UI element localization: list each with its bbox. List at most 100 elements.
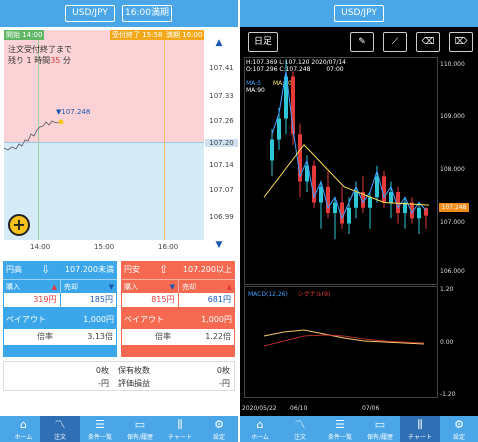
y-tick: 110.000 xyxy=(440,61,465,68)
tab-order[interactable]: 〽注文 xyxy=(40,416,80,442)
trendline-tool-button[interactable]: ⟋ xyxy=(383,32,407,52)
candle-body xyxy=(368,197,372,208)
currency-pair-button[interactable]: USD/JPY xyxy=(334,5,384,22)
sell-price-button[interactable]: 185円 xyxy=(60,293,116,307)
candlestick-icon: ⫼ xyxy=(417,418,423,431)
ratio-label: 倍率 xyxy=(155,332,171,341)
y-tick: 107.33 xyxy=(209,92,234,100)
x-tick: 15:00 xyxy=(94,243,115,251)
sell-label: 売却 xyxy=(64,283,78,291)
payout-label: ペイアウト xyxy=(124,315,164,324)
payout-value: 1,000円 xyxy=(83,315,114,324)
y-tick: 108.000 xyxy=(440,166,465,173)
gear-icon: ⚙ xyxy=(454,418,464,431)
y-tick: 107.41 xyxy=(209,64,234,72)
inbox-icon: ▭ xyxy=(374,418,386,431)
tab-chart[interactable]: ⫼ チャート xyxy=(400,416,440,442)
triangle-down-icon: ▼ xyxy=(169,283,175,291)
triangle-up-icon: ▲ xyxy=(226,283,232,291)
eraser-button[interactable]: ⌫ xyxy=(416,32,440,52)
timeframe-button[interactable]: 日足 xyxy=(248,32,278,52)
ratio-value: 1.22倍 xyxy=(205,332,231,341)
card-title: 円高 xyxy=(6,265,22,274)
x-tick: 06/10 xyxy=(290,405,308,412)
scroll-up-button[interactable]: ▲ xyxy=(209,36,229,50)
x-tick: 2020/05/22 xyxy=(242,405,277,412)
eraser-icon: ⌫ xyxy=(421,37,435,47)
clear-all-icon: ⌦ xyxy=(454,37,468,47)
yen-high-card[interactable]: 円高 ⇩ 107.200未満 購入 ▲ 売却 ▼ 319円 185円 ペイアウト 1,000円… xyxy=(3,261,117,357)
pnl-value: -円 xyxy=(219,379,230,388)
y-tick: 106.000 xyxy=(440,268,465,275)
inbox-icon: ▭ xyxy=(134,418,146,431)
current-price-tag: 107.248 xyxy=(439,203,469,212)
tab-settings[interactable]: ⚙ 設定 xyxy=(440,416,478,442)
tab-order[interactable]: 〽注文 xyxy=(280,416,320,442)
tab-home[interactable]: ⌂ ホーム xyxy=(240,416,280,442)
x-tick: 07/06 xyxy=(362,405,380,412)
tab-conditions[interactable]: ☰ 条件一覧 xyxy=(80,416,120,442)
price-line xyxy=(4,120,61,151)
binary-option-panel: USD/JPY 16:00満期 開始 14:00 受付終了 15:58 満期 1… xyxy=(0,0,238,442)
sell-price-button[interactable]: 681円 xyxy=(178,293,234,307)
candle-body xyxy=(382,176,386,203)
candle-body xyxy=(319,186,323,203)
ratio-value: 3.13倍 xyxy=(87,332,113,341)
pen-icon: ✎ xyxy=(358,37,366,47)
y-tick: 107.14 xyxy=(209,161,234,169)
tab-holdings[interactable]: ▭ 保有/履歴 xyxy=(360,416,400,442)
add-order-button[interactable]: + xyxy=(8,214,30,236)
candle-body xyxy=(347,207,351,224)
chart-line-icon: 〽 xyxy=(294,418,306,431)
holdings-value: 0枚 xyxy=(216,366,230,375)
strike-tick: 107.20 xyxy=(205,139,238,147)
gear-icon: ⚙ xyxy=(214,418,224,431)
buy-price-button[interactable]: 815円 xyxy=(122,293,178,307)
buy-label: 購入 xyxy=(124,283,138,291)
right-tab-bar: ⌂ ホーム 〽注文 ☰ 条件一覧 ▭ 保有/履歴 ⫼ チャート ⚙ 設定 xyxy=(240,416,478,442)
y-tick: 107.000 xyxy=(440,219,465,226)
pnl-label: 評価損益 xyxy=(118,379,150,388)
left-header: USD/JPY 16:00満期 xyxy=(0,0,238,27)
candle-body xyxy=(354,192,358,208)
clear-all-button[interactable]: ⌦ xyxy=(449,32,473,52)
home-icon: ⌂ xyxy=(256,418,264,431)
candle-body xyxy=(417,207,421,219)
candlestick-chart-panel: USD/JPY 日足 ✎ ⟋ ⌫ ⌦ H:107.369 L:107.120 2… xyxy=(240,0,478,442)
list-icon: ☰ xyxy=(95,418,105,431)
tab-chart[interactable]: ⫼ チャート xyxy=(160,416,200,442)
macd-tick: 0.00 xyxy=(440,339,454,346)
arrow-down-icon: ⇩ xyxy=(41,263,51,276)
tab-conditions[interactable]: ☰ 条件一覧 xyxy=(320,416,360,442)
tab-holdings[interactable]: ▭ 保有/履歴 xyxy=(120,416,160,442)
card-strike: 107.200以上 xyxy=(182,265,232,274)
candle-body xyxy=(270,139,274,161)
signal-line xyxy=(263,334,425,347)
expiry-button[interactable]: 16:00満期 xyxy=(122,5,172,22)
tab-settings[interactable]: ⚙ 設定 xyxy=(200,416,238,442)
position-summary: 0枚 -円 保有枚数 評価損益 0枚 -円 xyxy=(3,361,235,391)
list-icon: ☰ xyxy=(335,418,345,431)
candle-body xyxy=(326,186,330,213)
price-line-chart xyxy=(4,119,64,151)
candle-body xyxy=(389,192,393,203)
candle-body xyxy=(375,176,379,198)
yen-low-card[interactable]: 円安 ⇧ 107.200以上 購入 ▼ 売却 ▲ 815円 681円 ペイアウト 1,000円… xyxy=(121,261,235,357)
y-tick: 109.000 xyxy=(440,113,465,120)
buy-label: 購入 xyxy=(6,283,20,291)
lots-value: 0枚 xyxy=(95,366,109,375)
pen-tool-button[interactable]: ✎ xyxy=(350,32,374,52)
sell-label: 売却 xyxy=(182,283,196,291)
right-header: USD/JPY xyxy=(240,0,478,27)
buy-price-button[interactable]: 319円 xyxy=(4,293,60,307)
x-tick: 14:00 xyxy=(30,243,51,251)
currency-pair-button[interactable]: USD/JPY xyxy=(65,5,115,22)
current-price-dot xyxy=(58,119,64,125)
current-price-label: ▼107.248 xyxy=(56,108,91,116)
scroll-down-button[interactable]: ▼ xyxy=(209,238,229,252)
card-strike: 107.200未満 xyxy=(64,265,114,274)
y-tick: 106.99 xyxy=(209,213,234,221)
macd-tick: 1.20 xyxy=(440,286,454,293)
yen-value: -円 xyxy=(98,379,109,388)
payout-value: 1,000円 xyxy=(201,315,232,324)
